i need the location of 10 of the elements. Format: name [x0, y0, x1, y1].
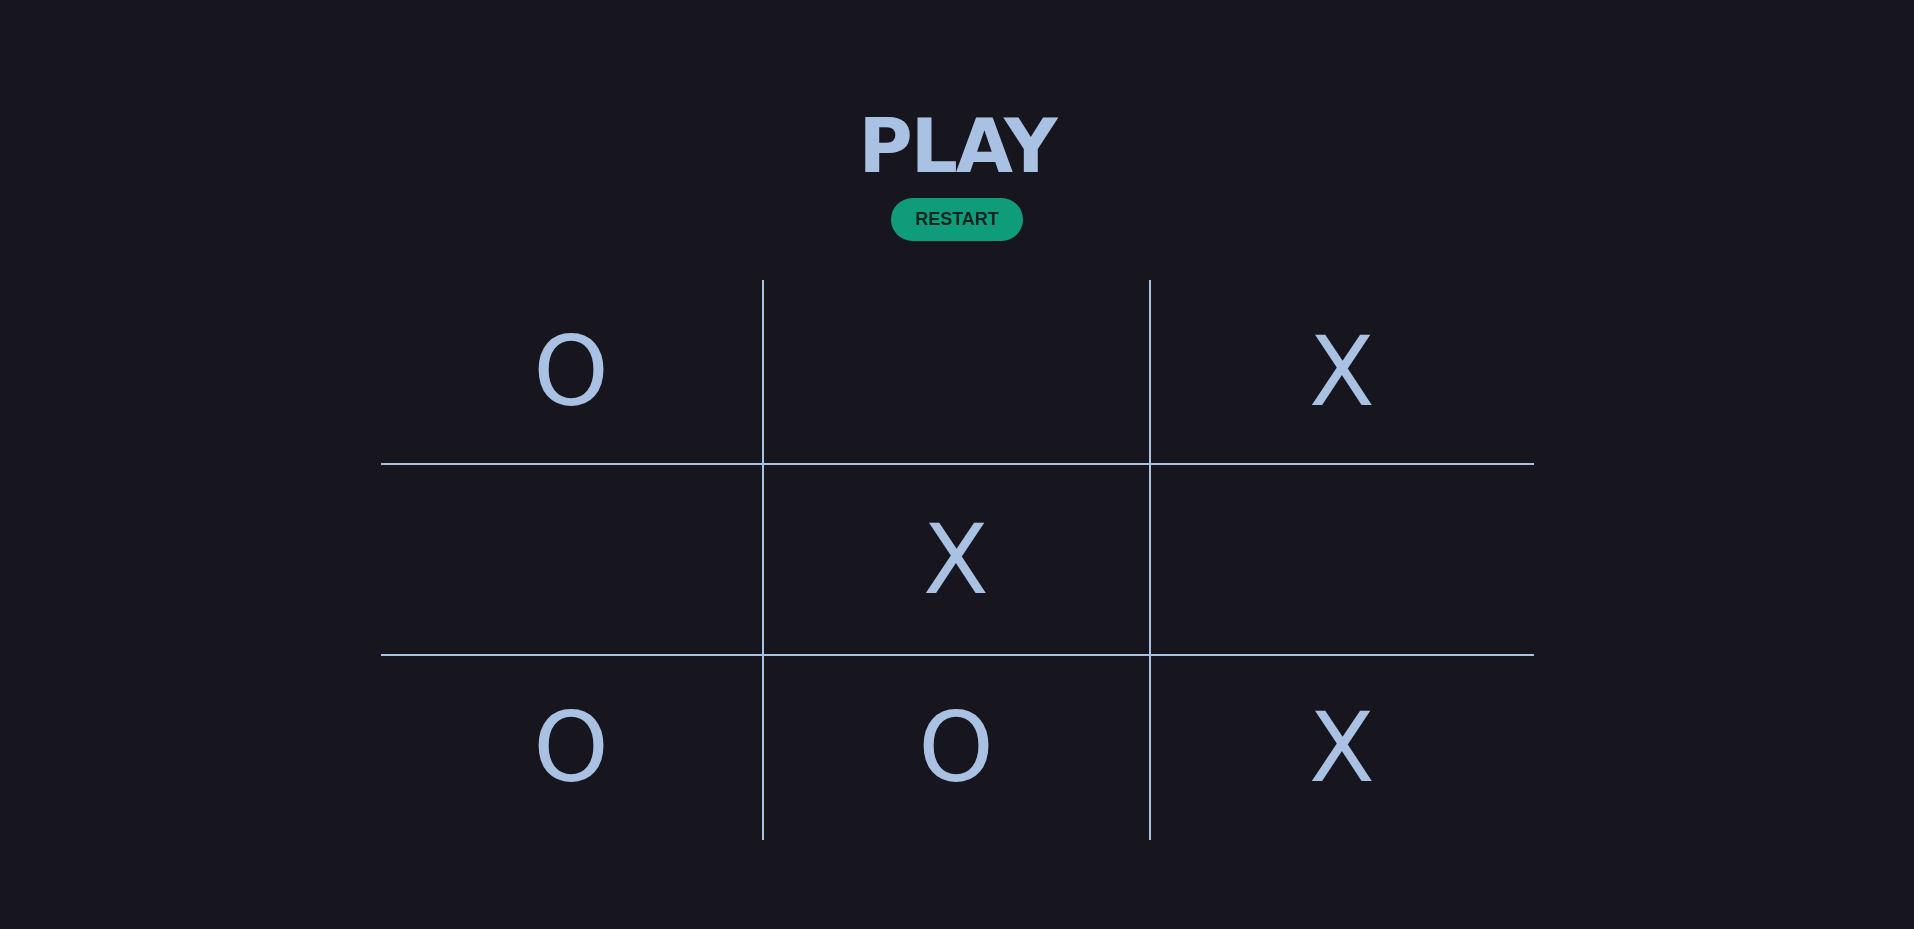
restart-button[interactable]: RESTART — [891, 198, 1023, 241]
board-cell[interactable]: X — [763, 465, 1151, 656]
board-cell[interactable]: O — [763, 656, 1151, 840]
board-cell[interactable]: X — [1150, 656, 1534, 840]
board-cell[interactable]: O — [380, 280, 764, 465]
board-cell[interactable]: X — [1150, 280, 1534, 465]
empty-board-cell[interactable] — [763, 280, 1151, 465]
game-title: PLAY — [858, 102, 1056, 191]
empty-board-cell[interactable] — [380, 465, 764, 656]
board-cell[interactable]: O — [380, 656, 764, 840]
